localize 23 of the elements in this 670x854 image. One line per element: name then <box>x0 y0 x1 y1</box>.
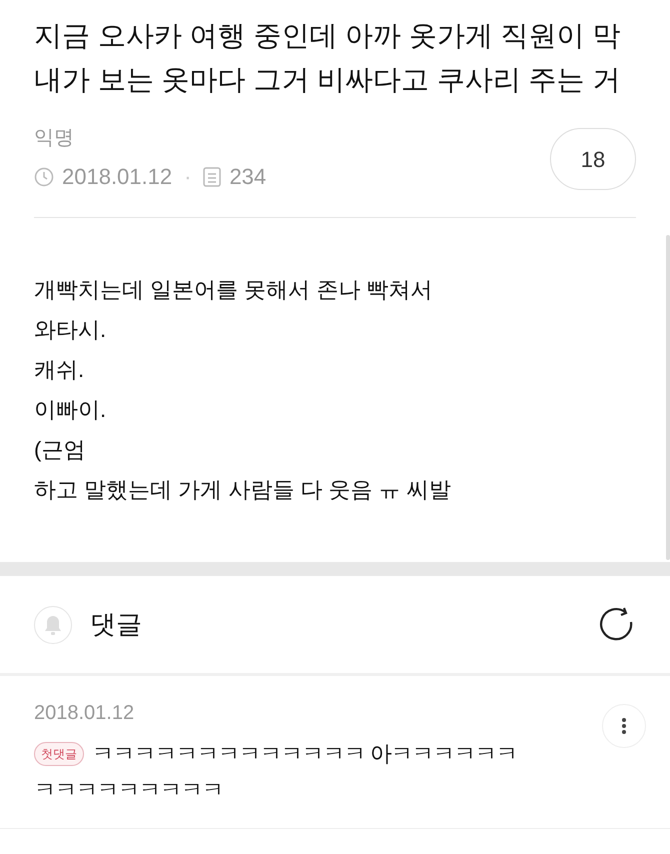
post-body-line: 개빡치는데 일본어를 못해서 존나 빡쳐서 <box>34 276 434 304</box>
separator-dot: · <box>184 163 192 191</box>
post-body-line: (근엄 <box>34 436 86 464</box>
post-body-line: 이빠이. <box>34 396 108 424</box>
comment-date: 2018.01.12 <box>34 701 134 726</box>
comments-title: 댓글 <box>90 608 142 641</box>
first-comment-badge: 첫댓글 <box>34 742 84 766</box>
post-body-line: 캐쉬. <box>34 356 86 384</box>
author-name: 익명 <box>34 126 75 151</box>
comment-text: ㅋㅋㅋㅋㅋㅋㅋㅋㅋㅋㅋㅋㅋ 아ㅋㅋㅋㅋㅋㅋ <box>92 740 518 768</box>
document-icon <box>203 166 222 186</box>
more-options-button[interactable] <box>602 704 646 748</box>
comment-count-bubble[interactable]: 18 <box>550 128 636 190</box>
post-body-line: 와타시. <box>34 316 108 344</box>
bell-icon <box>34 606 72 644</box>
post-body-line: 하고 말했는데 가게 사람들 다 웃음 ㅠ 씨발 <box>34 476 452 504</box>
more-options-icon <box>622 718 626 734</box>
clock-icon <box>34 166 54 186</box>
post-date: 2018.01.12 <box>62 163 172 191</box>
view-count: 234 <box>229 163 266 191</box>
post-title: 내가 보는 옷마다 그거 비싸다고 쿠사리 주는 거 <box>34 63 622 97</box>
comment-text: ㅋㅋㅋㅋㅋㅋㅋㅋㅋ <box>34 776 223 804</box>
post-title: 지금 오사카 여행 중인데 아까 옷가게 직원이 막 <box>34 19 622 53</box>
